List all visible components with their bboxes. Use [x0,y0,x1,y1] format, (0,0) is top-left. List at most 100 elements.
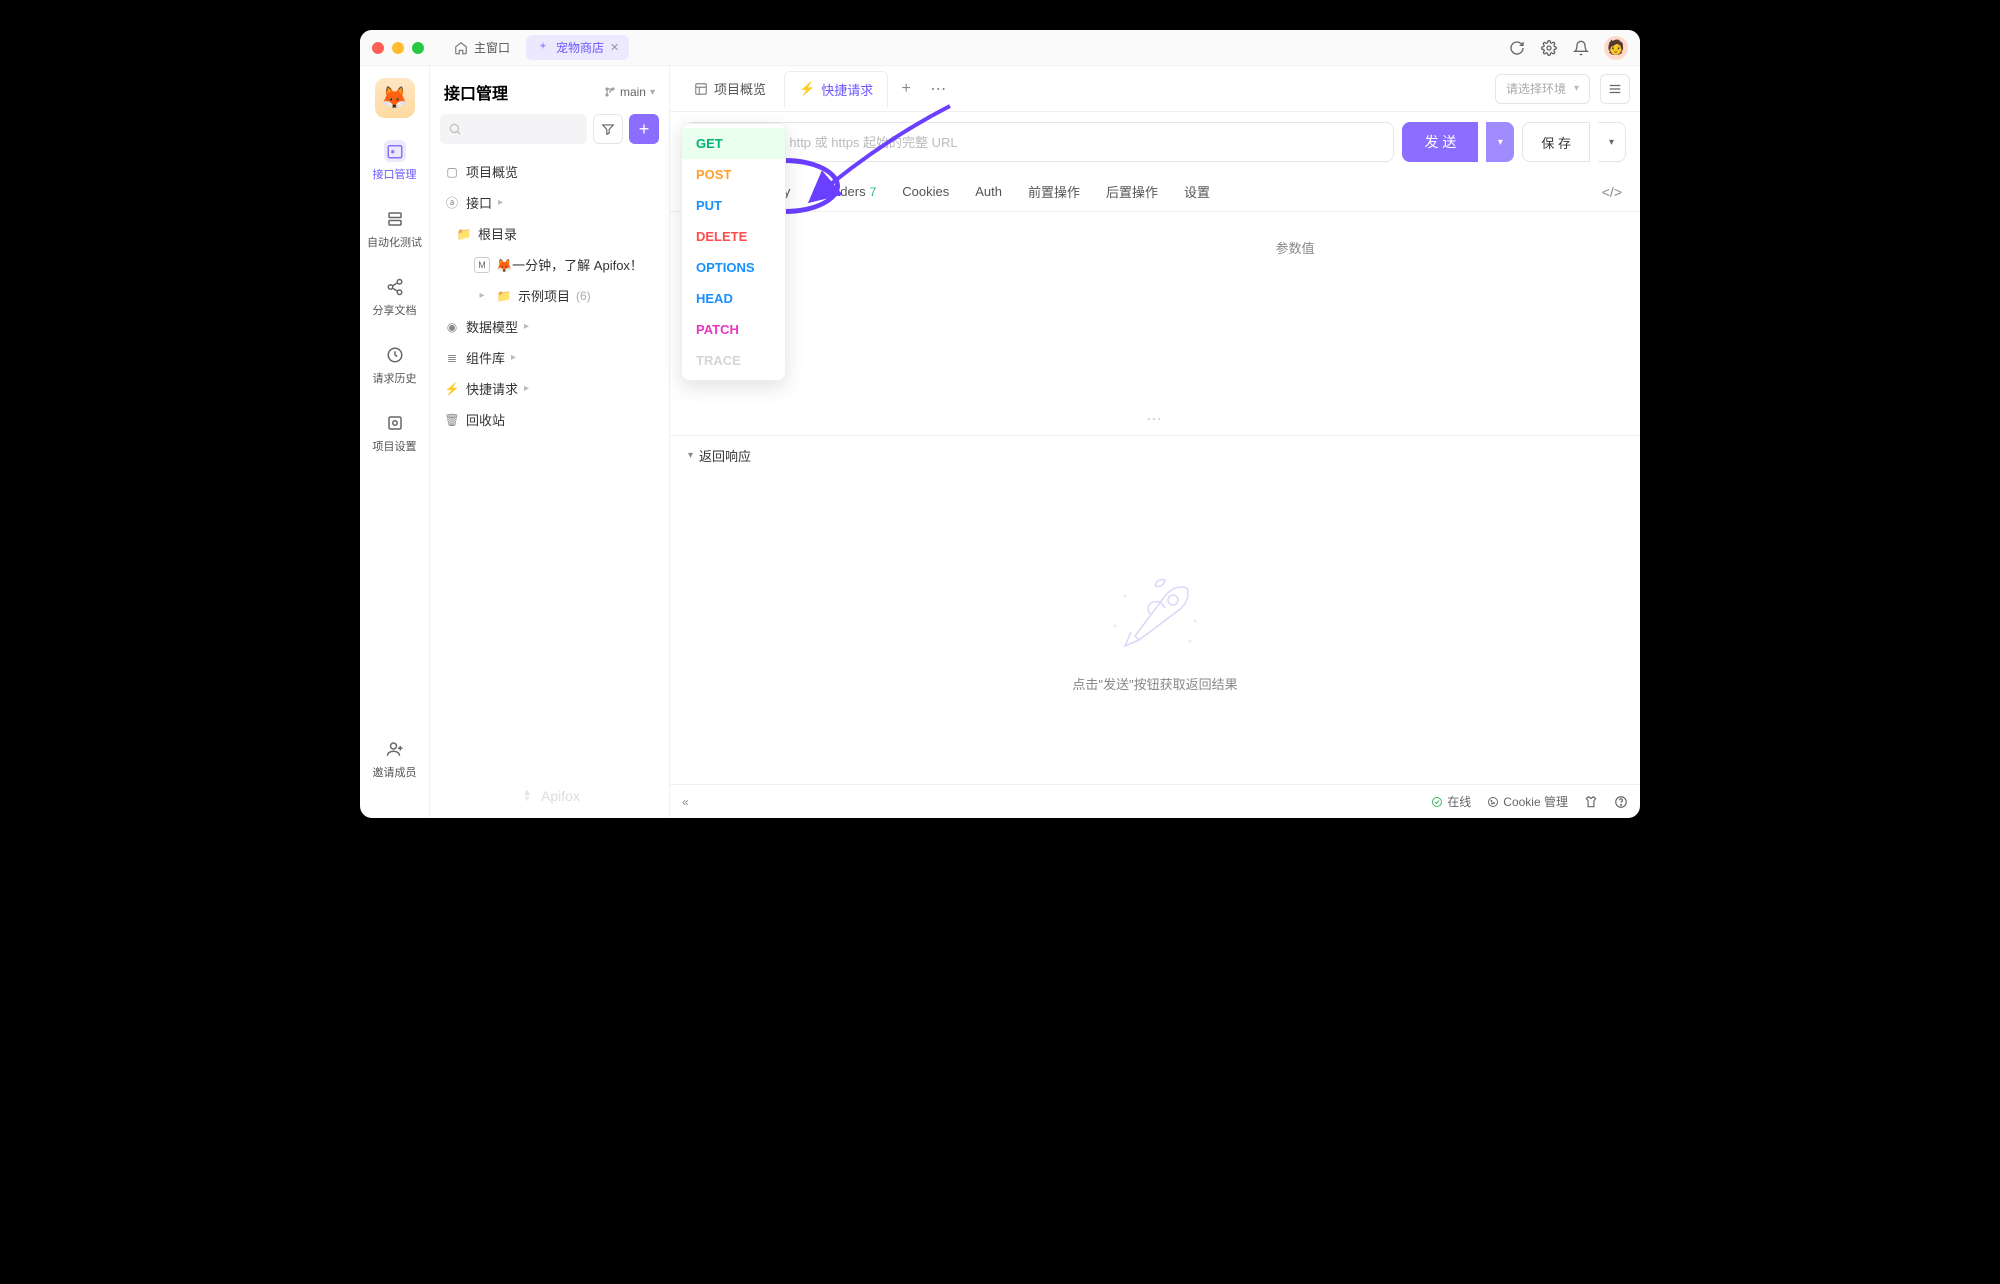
subtab-post[interactable]: 后置操作 [1104,172,1160,211]
bell-icon[interactable] [1572,39,1590,57]
tree-data-model[interactable]: ◉ 数据模型 ▸ [438,311,661,342]
response-empty-hint: 点击"发送"按钮获取返回结果 [1072,674,1237,693]
url-input[interactable] [752,135,1394,150]
subtab-label: Cookies [902,184,949,199]
send-label: 发 送 [1424,132,1456,152]
rail-item-share[interactable]: 分享文档 [360,272,429,322]
method-option-head[interactable]: HEAD [682,283,785,314]
subtab-settings[interactable]: 设置 [1182,172,1212,211]
rail-item-autotest[interactable]: 自动化测试 [360,204,429,254]
environment-select[interactable]: 请选择环境 ▾ [1495,74,1590,104]
url-box: GET GET POST PUT DELETE OPTIONS HEAD PAT… [684,122,1394,162]
rail-item-label: 请求历史 [373,370,417,386]
folder-icon: 📁 [456,227,472,241]
tree-intro-doc[interactable]: M 🦊一分钟，了解 Apifox！ [438,249,661,280]
save-button[interactable]: 保 存 [1522,122,1590,162]
brand-name: Apifox [541,788,580,804]
method-option-put[interactable]: PUT [682,190,785,221]
main-panel: 项目概览 ⚡ 快捷请求 + ⋯ 请选择环境 ▾ [670,66,1640,818]
method-option-delete[interactable]: DELETE [682,221,785,252]
tree-label: 快捷请求 [466,379,518,398]
subtab-label: 后置操作 [1106,182,1158,201]
cookie-icon [1487,796,1499,808]
tree-components[interactable]: ≣ 组件库 ▸ [438,342,661,373]
rail-item-invite[interactable]: 邀请成员 [360,734,429,784]
window-tab-project[interactable]: 宠物商店 ✕ [526,35,629,60]
add-button[interactable]: + [629,114,659,144]
save-more-button[interactable]: ▾ [1598,122,1626,162]
subtab-cookies[interactable]: Cookies [900,172,951,211]
tab-add[interactable]: + [892,75,920,103]
method-option-options[interactable]: OPTIONS [682,252,785,283]
gear-icon[interactable] [1540,39,1558,57]
tree-trash[interactable]: 🗑 回收站 [438,404,661,435]
method-option-post[interactable]: POST [682,159,785,190]
subtab-auth[interactable]: Auth [973,172,1004,211]
response-toggle[interactable]: ▾ 返回响应 [670,435,1640,475]
branch-selector[interactable]: main ▾ [604,85,655,99]
subtab-label: Headers [816,184,865,199]
status-help[interactable] [1614,795,1628,809]
tab-overview[interactable]: 项目概览 [680,71,780,106]
rail-item-history[interactable]: 请求历史 [360,340,429,390]
chevron-down-icon: ▾ [688,450,693,461]
refresh-icon[interactable] [1508,39,1526,57]
method-option-trace[interactable]: TRACE [682,345,785,376]
method-option-get[interactable]: GET [682,128,785,159]
subtab-label: Auth [975,184,1002,199]
panel-toggle[interactable] [1600,74,1630,104]
filter-button[interactable] [593,114,623,144]
help-icon [1614,795,1628,809]
status-cookie-label: Cookie 管理 [1503,793,1568,810]
window-zoom-dot[interactable] [412,42,424,54]
editor-tabs: 项目概览 ⚡ 快捷请求 + ⋯ 请选择环境 ▾ [670,66,1640,112]
env-placeholder: 请选择环境 [1506,80,1566,97]
request-subtabs: Params Body Headers7 Cookies Auth 前置操作 后… [670,172,1640,212]
status-cookie[interactable]: Cookie 管理 [1487,793,1568,810]
titlebar: 主窗口 宠物商店 ✕ 🧑 [360,30,1640,66]
close-icon[interactable]: ✕ [610,41,619,54]
request-row: GET GET POST PUT DELETE OPTIONS HEAD PAT… [670,112,1640,172]
chevron-right-icon: ▸ [498,197,503,208]
tab-more[interactable]: ⋯ [924,75,952,103]
method-option-patch[interactable]: PATCH [682,314,785,345]
folder-icon: 📁 [496,289,512,303]
stack-icon: ≣ [444,351,460,365]
window-minimize-dot[interactable] [392,42,404,54]
chevron-down-icon: ▾ [650,87,655,98]
tree-overview[interactable]: ▢ 项目概览 [438,156,661,187]
window-tab-home[interactable]: 主窗口 [444,35,520,60]
markdown-badge-icon: M [474,257,490,273]
status-shirt[interactable] [1584,795,1598,809]
status-online-label: 在线 [1447,793,1471,810]
collapse-sidebar[interactable]: « [682,795,689,809]
layout-icon: ▢ [444,165,460,179]
save-label: 保 存 [1541,133,1571,152]
tree: ▢ 项目概览 ⓐ 接口 ▸ 📁 根目录 M 🦊一分钟，了解 Apifox！ [430,152,669,778]
resize-handle[interactable]: ⋯ [670,403,1640,435]
tree-sample-project[interactable]: ▸ 📁 示例项目 (6) [438,280,661,311]
chevron-down-icon: ▾ [1609,137,1614,148]
send-button[interactable]: 发 送 [1402,122,1478,162]
subtab-headers[interactable]: Headers 7 [814,172,878,211]
search-input[interactable] [440,114,587,144]
branch-name: main [620,85,646,99]
tree-label: 回收站 [466,410,505,429]
branch-icon [604,86,616,98]
send-more-button[interactable]: ▾ [1486,122,1514,162]
rail-item-settings[interactable]: 项目设置 [360,408,429,458]
tree-quick-request[interactable]: ⚡ 快捷请求 ▸ [438,373,661,404]
tab-quick-request[interactable]: ⚡ 快捷请求 [784,71,888,109]
rail-item-api[interactable]: 接口管理 [360,136,429,186]
code-icon[interactable]: </> [1602,184,1622,200]
rail-item-label: 自动化测试 [367,234,422,250]
app-logo[interactable]: 🦊 [375,78,415,118]
tree-label: 示例项目 [518,286,570,305]
window-close-dot[interactable] [372,42,384,54]
status-online[interactable]: 在线 [1431,793,1471,810]
tree-root-folder[interactable]: 📁 根目录 [438,218,661,249]
headers-count: 7 [870,185,877,199]
avatar[interactable]: 🧑 [1604,36,1628,60]
subtab-pre[interactable]: 前置操作 [1026,172,1082,211]
tree-api-section[interactable]: ⓐ 接口 ▸ [438,187,661,218]
